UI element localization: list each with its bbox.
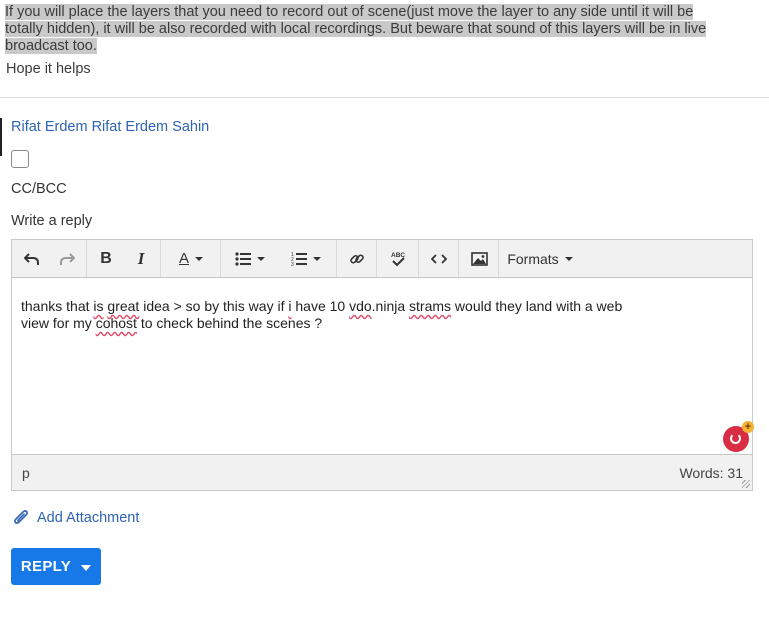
list-group: 1 2 3 bbox=[222, 240, 337, 277]
color-group: A bbox=[162, 240, 221, 277]
source-code-button[interactable] bbox=[420, 245, 458, 273]
chevron-down-icon bbox=[564, 256, 573, 261]
bold-button[interactable]: B bbox=[88, 245, 124, 273]
spelling-error: cohost bbox=[95, 315, 137, 331]
text-segment: view for my bbox=[21, 315, 96, 331]
editor-toolbar: B I A 1 2 3 ABC Formats bbox=[12, 240, 752, 278]
font-color-button[interactable]: A bbox=[162, 245, 220, 273]
add-attachment-link[interactable]: Add Attachment bbox=[11, 508, 139, 528]
paperclip-icon bbox=[14, 510, 28, 524]
reply-label: REPLY bbox=[20, 558, 72, 575]
divider bbox=[0, 97, 769, 98]
text-segment: idea > so by this way if bbox=[139, 298, 289, 314]
spellcheck-button[interactable]: ABC bbox=[378, 245, 418, 273]
spelling-error: is bbox=[93, 298, 104, 314]
rich-text-editor: B I A 1 2 3 ABC Formats thanks that is g… bbox=[11, 239, 754, 491]
quote-line: totally hidden), it will be also recorde… bbox=[5, 21, 707, 37]
editor-statusbar: p Words: 31 bbox=[12, 454, 752, 490]
text-segment: to check behind the scenes ? bbox=[136, 315, 323, 331]
write-reply-label: Write a reply bbox=[11, 213, 93, 229]
author-link[interactable]: Rifat Erdem Rifat Erdem Sahin bbox=[11, 119, 209, 135]
cc-bcc-label: CC/BCC bbox=[11, 181, 67, 197]
numbered-list-icon: 1 2 3 bbox=[291, 252, 307, 267]
grammarly-button[interactable]: + bbox=[723, 421, 754, 452]
redo-button[interactable] bbox=[50, 245, 84, 273]
quote-line: If you will place the layers that you ne… bbox=[5, 4, 694, 20]
text-segment: have 10 bbox=[291, 298, 350, 314]
bullet-list-icon bbox=[235, 251, 251, 266]
numbered-list-button[interactable]: 1 2 3 bbox=[278, 245, 334, 273]
word-count: Words: 31 bbox=[679, 465, 743, 481]
focus-indicator bbox=[0, 118, 2, 156]
italic-button[interactable]: I bbox=[124, 245, 158, 273]
code-group bbox=[420, 240, 459, 277]
link-group bbox=[338, 240, 377, 277]
formats-group: Formats bbox=[500, 240, 580, 277]
spelling-error: great bbox=[107, 298, 140, 314]
plus-icon: + bbox=[742, 421, 754, 433]
insert-link-button[interactable] bbox=[338, 245, 376, 273]
bullet-list-button[interactable] bbox=[222, 245, 278, 273]
insert-image-button[interactable] bbox=[460, 245, 498, 273]
grammarly-icon bbox=[730, 433, 741, 444]
cc-bcc-checkbox[interactable] bbox=[11, 150, 29, 168]
chevron-down-icon bbox=[81, 564, 92, 571]
font-color-icon: A bbox=[178, 250, 189, 267]
text-segment: .ninja bbox=[371, 298, 410, 314]
quote-line: broadcast too. bbox=[5, 38, 97, 54]
code-icon bbox=[431, 253, 447, 264]
spellcheck-icon: ABC bbox=[391, 252, 405, 266]
image-icon bbox=[470, 251, 488, 266]
undo-button[interactable] bbox=[14, 245, 50, 273]
formats-dropdown[interactable]: Formats bbox=[500, 245, 580, 273]
chevron-down-icon bbox=[195, 256, 203, 261]
chevron-down-icon bbox=[313, 256, 321, 261]
add-attachment-label: Add Attachment bbox=[37, 510, 140, 526]
link-icon bbox=[350, 253, 364, 264]
svg-text:3: 3 bbox=[291, 262, 294, 267]
text-segment: thanks that bbox=[21, 298, 94, 314]
history-group bbox=[12, 240, 87, 277]
element-path[interactable]: p bbox=[22, 465, 30, 481]
spelling-error: strams bbox=[409, 298, 452, 314]
image-group bbox=[460, 240, 499, 277]
undo-icon bbox=[24, 252, 39, 265]
editor-content[interactable]: thanks that is great idea > so by this w… bbox=[21, 298, 736, 332]
quote-closing: Hope it helps bbox=[6, 61, 91, 77]
text-segment: would they land with a web bbox=[451, 298, 623, 314]
quoted-message: If you will place the layers that you ne… bbox=[5, 4, 763, 55]
spellcheck-group: ABC bbox=[378, 240, 419, 277]
reply-button[interactable]: REPLY bbox=[11, 548, 101, 585]
formats-label: Formats bbox=[507, 250, 559, 267]
redo-icon bbox=[60, 252, 75, 265]
chevron-down-icon bbox=[257, 256, 265, 261]
spelling-error: vdo bbox=[349, 298, 372, 314]
style-group: B I bbox=[88, 240, 161, 277]
resize-handle[interactable] bbox=[742, 480, 750, 488]
